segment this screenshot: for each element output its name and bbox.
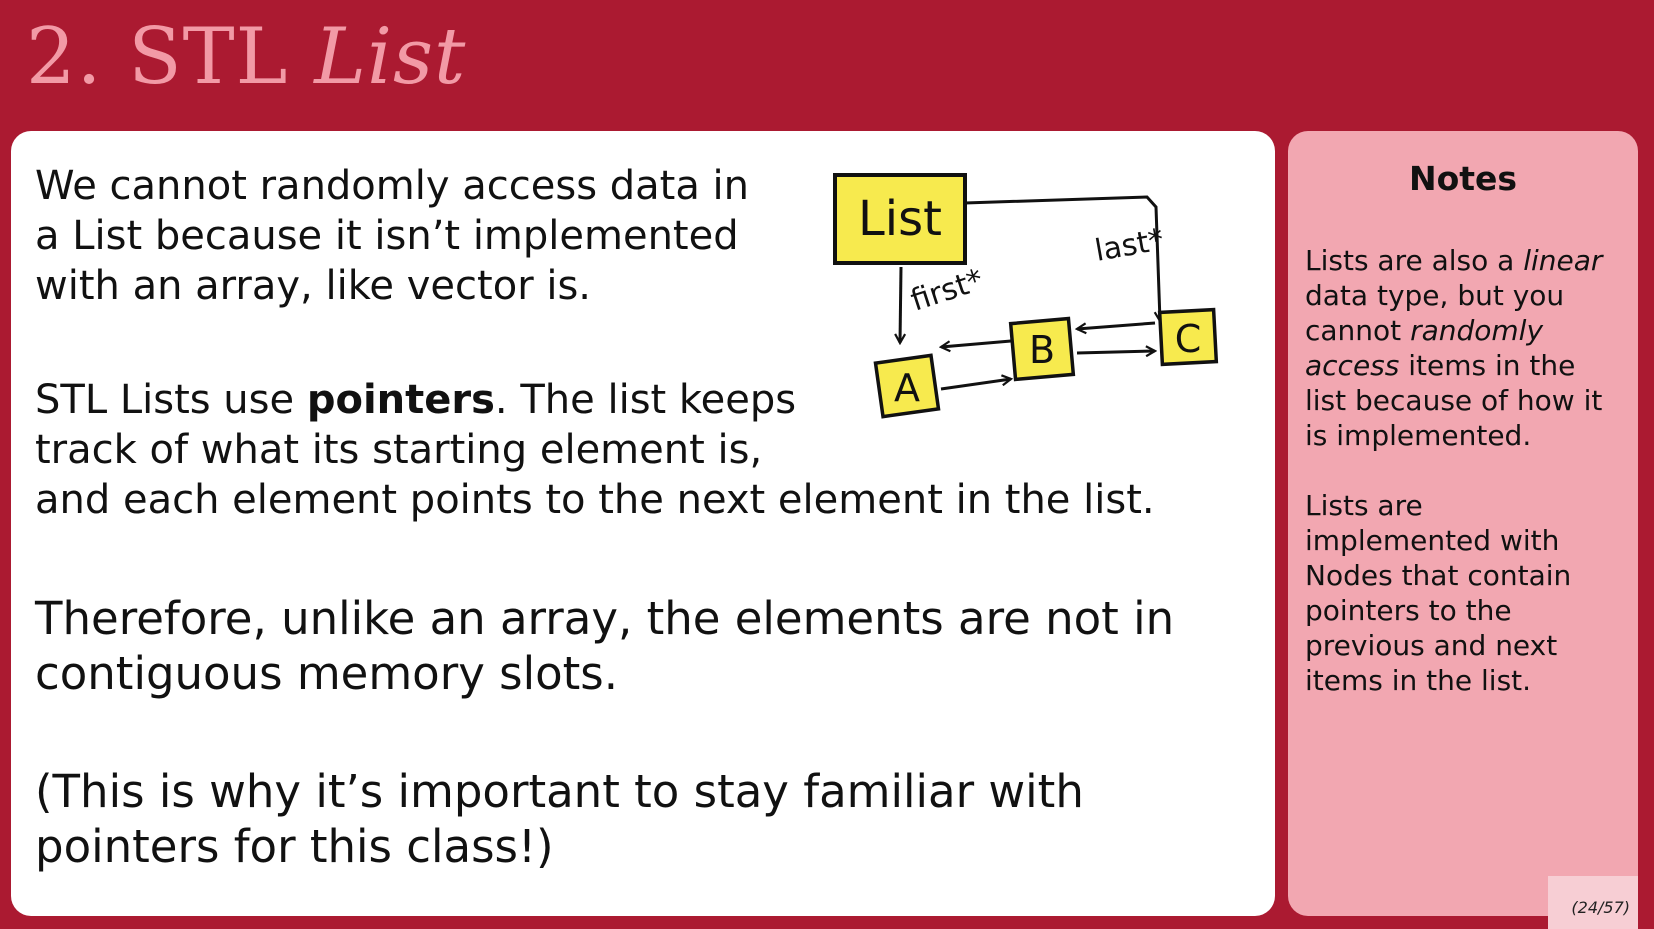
italic-term-randomly: randomly bbox=[1410, 314, 1544, 347]
text-line: items in the list. bbox=[1305, 664, 1532, 697]
notes-panel: Notes Lists are also a linear data type,… bbox=[1288, 131, 1638, 916]
b-to-a-arrow bbox=[941, 339, 1012, 347]
text-fragment: items in the bbox=[1399, 349, 1576, 382]
slide-title: 2. STL List bbox=[26, 18, 466, 96]
node-c-label: C bbox=[1175, 317, 1202, 361]
text-line: (This is why it’s important to stay fami… bbox=[35, 765, 1084, 818]
italic-term-linear: linear bbox=[1523, 244, 1603, 277]
title-stl: STL bbox=[128, 12, 289, 102]
a-to-b-arrow bbox=[940, 379, 1011, 391]
paragraph-contiguous: Therefore, unlike an array, the elements… bbox=[35, 591, 1174, 701]
text-line: pointers for this class!) bbox=[35, 820, 554, 873]
page-number-box: (24/57) bbox=[1548, 876, 1638, 929]
text-line: previous and next bbox=[1305, 629, 1558, 662]
text-line: contiguous memory slots. bbox=[35, 647, 619, 700]
paragraph-random-access: We cannot randomly access data in a List… bbox=[35, 161, 749, 311]
text-line: Lists are bbox=[1305, 489, 1423, 522]
text-fragment: cannot bbox=[1305, 314, 1411, 347]
text-line: and each element points to the next elem… bbox=[35, 477, 1155, 523]
text-line: Therefore, unlike an array, the elements… bbox=[35, 592, 1175, 645]
title-list: List bbox=[314, 12, 467, 102]
first-pointer-arrow bbox=[900, 266, 901, 343]
text-fragment: . The list keeps bbox=[494, 377, 797, 423]
linked-list-diagram: List last* first* A B C bbox=[821, 161, 1241, 426]
node-a-label: A bbox=[894, 366, 920, 410]
last-pointer-label: last* bbox=[1092, 222, 1166, 268]
paragraph-reminder: (This is why it’s important to stay fami… bbox=[35, 764, 1084, 874]
text-line: with an array, like vector is. bbox=[35, 263, 592, 309]
list-box-label: List bbox=[858, 191, 942, 247]
main-content-panel: We cannot randomly access data in a List… bbox=[11, 131, 1275, 916]
text-line: data type, but you bbox=[1305, 279, 1565, 312]
text-line: pointers to the bbox=[1305, 594, 1512, 627]
linked-list-illustration: List last* first* A B C bbox=[833, 173, 1219, 419]
text-line: access items in the bbox=[1305, 348, 1625, 383]
text-line: is implemented. bbox=[1305, 419, 1532, 452]
text-line: Nodes that contain bbox=[1305, 559, 1572, 592]
node-b-label: B bbox=[1029, 328, 1055, 372]
text-line: list because of how it bbox=[1305, 384, 1603, 417]
notes-paragraph-nodes: Lists are implemented with Nodes that co… bbox=[1305, 488, 1625, 698]
text-fragment: STL Lists use bbox=[35, 377, 307, 423]
bold-term-pointers: pointers bbox=[306, 377, 495, 423]
text-fragment: Lists are also a bbox=[1305, 244, 1524, 277]
page-number: (24/57) bbox=[1571, 898, 1630, 917]
notes-title: Notes bbox=[1408, 159, 1518, 198]
c-to-b-arrow bbox=[1077, 321, 1156, 329]
text-line: cannot randomly bbox=[1305, 313, 1625, 348]
b-to-c-arrow bbox=[1076, 351, 1155, 353]
text-line: implemented with bbox=[1305, 524, 1560, 557]
text-line: track of what its starting element is, bbox=[35, 427, 763, 473]
text-line: a List because it isn’t implemented bbox=[35, 213, 739, 259]
title-number: 2. bbox=[26, 12, 103, 102]
first-pointer-label: first* bbox=[907, 263, 988, 319]
text-line: We cannot randomly access data in bbox=[35, 163, 750, 209]
notes-paragraph-linear: Lists are also a linear data type, but y… bbox=[1305, 243, 1625, 453]
text-line: Lists are also a linear bbox=[1305, 243, 1625, 278]
italic-term-access: access bbox=[1305, 349, 1400, 382]
